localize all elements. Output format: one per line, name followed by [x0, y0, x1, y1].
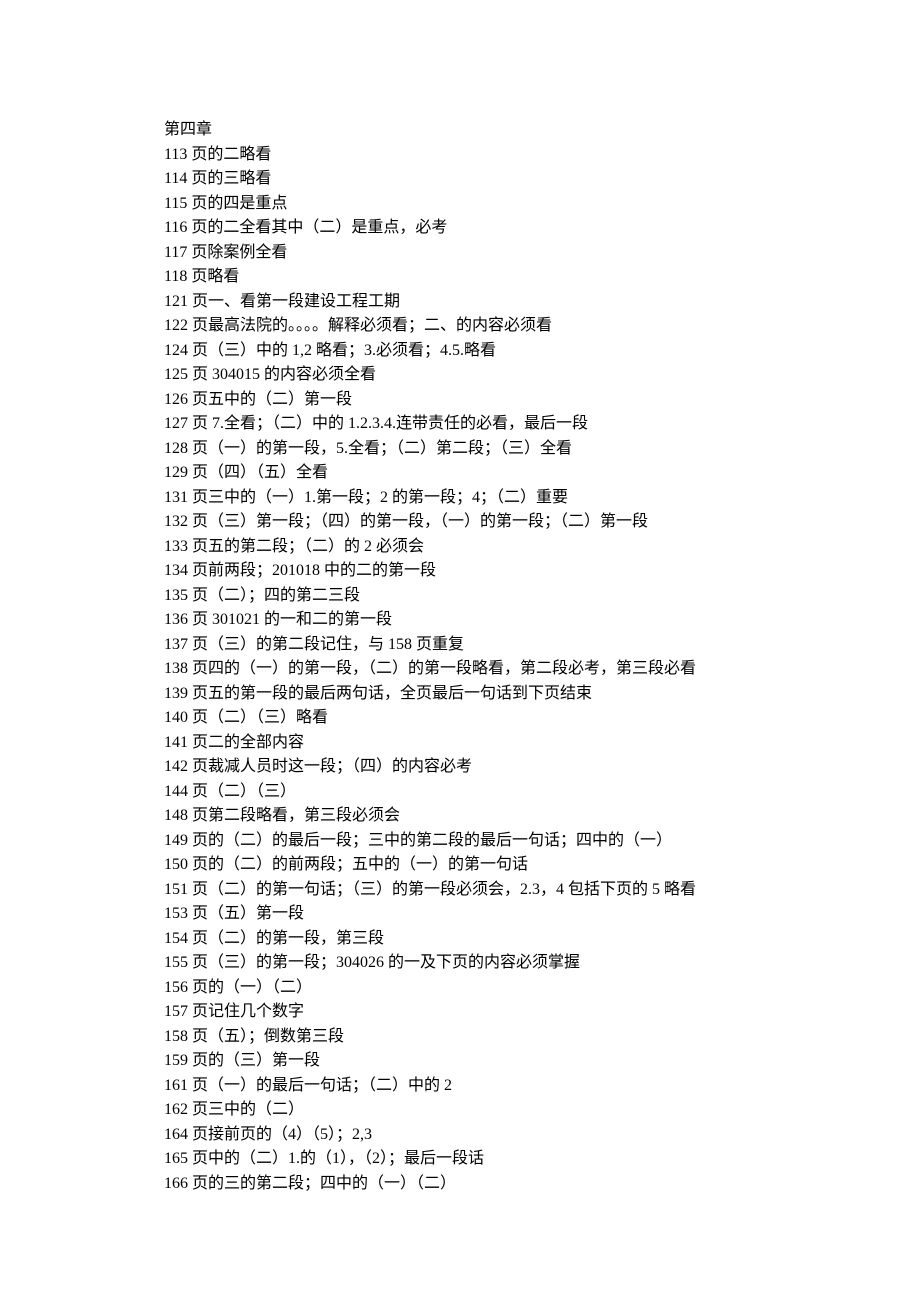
text-line: 156 页的（一）（二）: [164, 976, 920, 1001]
text-line: 132 页（三）第一段；（四）的第一段，（一）的第一段；（二）第一段: [164, 510, 920, 535]
text-line: 142 页裁减人员时这一段；（四）的内容必考: [164, 755, 920, 780]
text-line: 127 页 7.全看；（二）中的 1.2.3.4.连带责任的必看，最后一段: [164, 412, 920, 437]
text-line: 128 页（一）的第一段，5.全看；（二）第二段；（三）全看: [164, 437, 920, 462]
text-line: 126 页五中的（二）第一段: [164, 388, 920, 413]
text-line: 150 页的（二）的前两段；五中的（一）的第一句话: [164, 853, 920, 878]
text-line: 155 页（三）的第一段；304026 的一及下页的内容必须掌握: [164, 951, 920, 976]
text-line: 157 页记住几个数字: [164, 1000, 920, 1025]
text-line: 129 页（四）（五）全看: [164, 461, 920, 486]
text-line: 161 页（一）的最后一句话；（二）中的 2: [164, 1074, 920, 1099]
text-line: 122 页最高法院的。。。。解释必须看；二、的内容必须看: [164, 314, 920, 339]
text-line: 158 页（五）；倒数第三段: [164, 1025, 920, 1050]
text-line: 136 页 301021 的一和二的第一段: [164, 608, 920, 633]
text-line: 134 页前两段；201018 中的二的第一段: [164, 559, 920, 584]
text-line: 154 页（二）的第一段，第三段: [164, 927, 920, 952]
text-line: 144 页（二）（三）: [164, 780, 920, 805]
text-line: 137 页（三）的第二段记住，与 158 页重复: [164, 633, 920, 658]
text-line: 162 页三中的（二）: [164, 1098, 920, 1123]
text-line: 141 页二的全部内容: [164, 731, 920, 756]
text-line: 116 页的二全看其中（二）是重点，必考: [164, 216, 920, 241]
text-line: 148 页第二段略看，第三段必须会: [164, 804, 920, 829]
text-line: 135 页（二）；四的第二三段: [164, 584, 920, 609]
text-line: 151 页（二）的第一句话；（三）的第一段必须会，2.3，4 包括下页的 5 略…: [164, 878, 920, 903]
lines-container: 113 页的二略看114 页的三略看115 页的四是重点116 页的二全看其中（…: [164, 143, 920, 1197]
chapter-heading: 第四章: [164, 118, 920, 143]
text-line: 121 页一、看第一段建设工程工期: [164, 290, 920, 315]
text-line: 117 页除案例全看: [164, 241, 920, 266]
text-line: 138 页四的（一）的第一段，（二）的第一段略看，第二段必考，第三段必看: [164, 657, 920, 682]
text-line: 166 页的三的第二段；四中的（一）（二）: [164, 1172, 920, 1197]
text-line: 149 页的（二）的最后一段；三中的第二段的最后一句话；四中的（一）: [164, 829, 920, 854]
document-content: 第四章 113 页的二略看114 页的三略看115 页的四是重点116 页的二全…: [164, 118, 920, 1196]
text-line: 165 页中的（二）1.的（1），（2）；最后一段话: [164, 1147, 920, 1172]
text-line: 125 页 304015 的内容必须全看: [164, 363, 920, 388]
text-line: 153 页（五）第一段: [164, 902, 920, 927]
text-line: 124 页（三）中的 1,2 略看；3.必须看；4.5.略看: [164, 339, 920, 364]
text-line: 140 页（二）（三）略看: [164, 706, 920, 731]
text-line: 131 页三中的（一）1.第一段；2 的第一段；4；（二）重要: [164, 486, 920, 511]
text-line: 139 页五的第一段的最后两句话，全页最后一句话到下页结束: [164, 682, 920, 707]
text-line: 133 页五的第二段；（二）的 2 必须会: [164, 535, 920, 560]
text-line: 115 页的四是重点: [164, 192, 920, 217]
text-line: 164 页接前页的（4）（5）；2,3: [164, 1123, 920, 1148]
text-line: 159 页的（三）第一段: [164, 1049, 920, 1074]
text-line: 118 页略看: [164, 265, 920, 290]
text-line: 114 页的三略看: [164, 167, 920, 192]
text-line: 113 页的二略看: [164, 143, 920, 168]
